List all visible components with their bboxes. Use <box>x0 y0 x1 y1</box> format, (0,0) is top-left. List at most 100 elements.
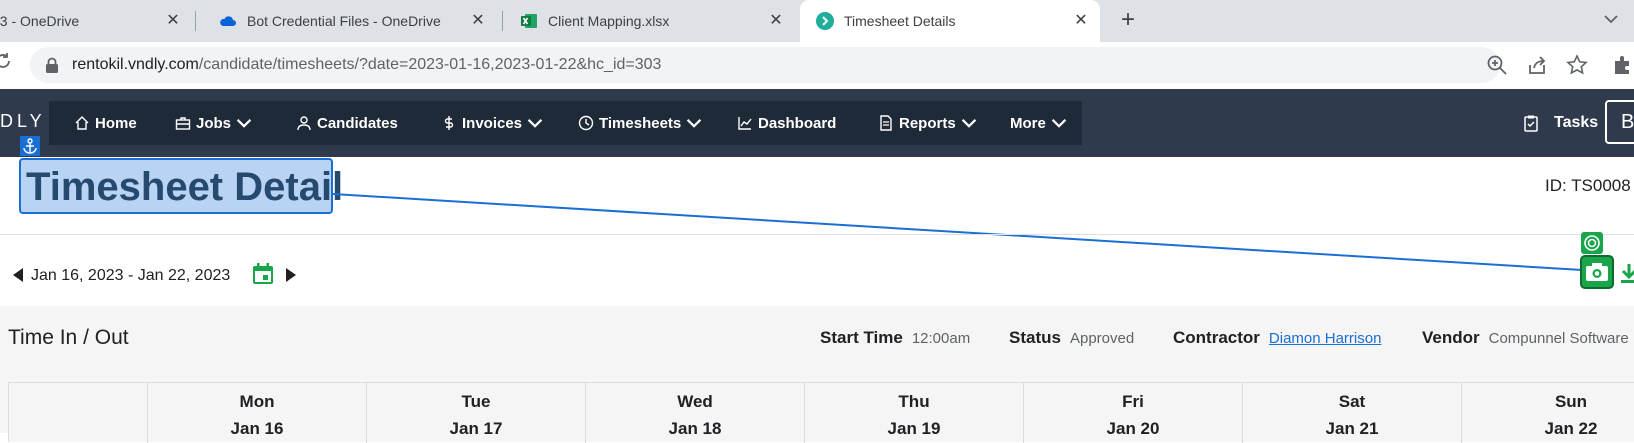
week-grid-header: Mon Jan 16 Tue Jan 17 Wed Jan 18 Thu Jan… <box>8 382 1634 443</box>
start-time-field: Start Time 12:00am <box>820 328 970 348</box>
home-icon <box>75 116 89 130</box>
vendor-value: Compunnel Software <box>1488 330 1629 347</box>
nav-label: Home <box>95 114 137 132</box>
url-path: /candidate/timesheets/?date=2023-01-16,2… <box>198 56 662 73</box>
nav-item-reports[interactable]: Reports <box>878 101 982 145</box>
day-column-header: Tue Jan 17 <box>367 383 586 443</box>
next-week-icon[interactable] <box>283 266 299 284</box>
day-column-header: Thu Jan 19 <box>805 383 1024 443</box>
nav-label: Reports <box>899 114 956 132</box>
close-tab-icon[interactable]: ✕ <box>1072 12 1090 30</box>
day-name: Mon <box>239 392 275 411</box>
browser-tab[interactable]: Bot Credential Files - OneDrive ✕ <box>205 0 497 42</box>
dollar-icon <box>444 116 454 130</box>
date-range: Jan 16, 2023 - Jan 22, 2023 <box>31 267 231 284</box>
day-column-header: Mon Jan 16 <box>148 383 367 443</box>
day-name: Wed <box>677 392 713 411</box>
day-name: Tue <box>461 392 491 411</box>
nav-item-timesheets[interactable]: Timesheets <box>578 101 707 145</box>
close-tab-icon[interactable]: ✕ <box>164 12 182 30</box>
day-name: Thu <box>898 392 930 411</box>
contractor-link[interactable]: Diamon Harrison <box>1269 330 1382 347</box>
day-name: Sat <box>1338 392 1366 411</box>
day-date: Jan 22 <box>1544 419 1598 438</box>
tab-title: Client Mapping.xlsx <box>548 13 670 29</box>
tasks-button[interactable]: Tasks <box>1522 101 1598 145</box>
day-date: Jan 20 <box>1106 419 1160 438</box>
clock-icon <box>578 115 594 131</box>
day-date: Jan 18 <box>668 419 722 438</box>
close-tab-icon[interactable]: ✕ <box>469 12 487 30</box>
browser-tab-strip: 23 - OneDrive ✕ Bot Credential Files - O… <box>0 0 1634 42</box>
new-tab-button[interactable]: + <box>1115 8 1141 34</box>
tab-title: Timesheet Details <box>844 13 956 29</box>
browser-toolbar: rentokil.vndly.com/candidate/timesheets/… <box>0 42 1634 89</box>
chevron-down-icon <box>236 119 252 128</box>
snapshot-button[interactable] <box>1580 255 1614 289</box>
download-icon[interactable] <box>1619 262 1634 284</box>
day-column-header: Fri Jan 20 <box>1024 383 1243 443</box>
chevron-down-icon <box>687 119 702 128</box>
day-date: Jan 16 <box>230 419 284 438</box>
bookmark-star-icon[interactable] <box>1566 54 1588 76</box>
time-in-out-section: Time In / Out Start Time 12:00am Status … <box>0 306 1634 443</box>
address-bar[interactable]: rentokil.vndly.com/candidate/timesheets/… <box>30 47 1500 83</box>
start-time-label: Start Time <box>820 328 903 347</box>
share-icon[interactable] <box>1526 54 1548 76</box>
section-title: Time In / Out <box>8 326 129 349</box>
nav-item-dashboard[interactable]: Dashboard <box>737 101 836 145</box>
tab-separator <box>195 11 196 31</box>
calendar-icon[interactable] <box>251 262 275 286</box>
divider <box>0 234 1634 235</box>
nav-item-candidates[interactable]: Candidates <box>296 101 398 145</box>
status-value: Approved <box>1069 330 1135 347</box>
nav-item-invoices[interactable]: Invoices <box>441 101 548 145</box>
page-title-highlight: Timesheet Detail <box>19 158 343 214</box>
chevron-down-icon <box>961 119 976 128</box>
extensions-icon[interactable] <box>1612 54 1634 76</box>
tasks-label: Tasks <box>1554 114 1599 131</box>
briefcase-icon <box>175 117 191 130</box>
user-menu-button[interactable]: B <box>1605 100 1634 144</box>
day-name: Sun <box>1554 392 1588 411</box>
previous-week-icon[interactable] <box>10 266 26 284</box>
zoom-icon[interactable] <box>1486 54 1508 76</box>
nav-label: Dashboard <box>758 114 837 132</box>
reload-icon[interactable] <box>0 52 12 70</box>
excel-icon <box>521 14 537 28</box>
row-label-cell <box>9 383 148 443</box>
nav-item-more[interactable]: More <box>1010 101 1072 145</box>
person-icon <box>297 116 311 131</box>
nav-label: Timesheets <box>599 114 682 132</box>
nav-label: Candidates <box>317 114 398 132</box>
day-column-header: Sun Jan 22 <box>1462 383 1634 443</box>
nav-item-jobs[interactable]: Jobs <box>175 101 257 145</box>
nav-label: More <box>1010 114 1046 132</box>
url-host: rentokil.vndly.com <box>72 56 199 73</box>
chevron-down-icon <box>1051 119 1067 128</box>
browser-tab-active[interactable]: Timesheet Details ✕ <box>800 0 1100 42</box>
lock-icon[interactable] <box>45 57 59 73</box>
status-field: Status Approved <box>1009 328 1134 348</box>
chevron-down-icon[interactable] <box>1602 10 1620 28</box>
vndly-icon <box>816 12 834 30</box>
day-column-header: Wed Jan 18 <box>586 383 805 443</box>
vendor-label: Vendor <box>1422 328 1480 347</box>
nav-item-home[interactable]: Home <box>74 101 137 145</box>
chevron-down-icon <box>527 119 543 128</box>
main-nav: Home Jobs Candidates Invoices Timesheets… <box>49 101 1082 145</box>
url-text[interactable]: rentokil.vndly.com/candidate/timesheets/… <box>72 56 661 74</box>
clipboard-check-icon <box>1524 115 1538 132</box>
brand-logo[interactable]: DLY <box>0 111 46 132</box>
close-tab-icon[interactable]: ✕ <box>767 12 785 30</box>
day-name: Fri <box>1122 392 1144 411</box>
day-date: Jan 21 <box>1325 419 1379 438</box>
contractor-label: Contractor <box>1173 328 1260 347</box>
chart-icon <box>738 117 752 130</box>
timesheet-id: ID: TS0008 <box>1545 176 1631 195</box>
browser-tab[interactable]: Client Mapping.xlsx ✕ <box>510 0 795 42</box>
browser-tab[interactable]: 23 - OneDrive ✕ <box>0 0 192 42</box>
tab-title: 23 - OneDrive <box>0 13 80 29</box>
tab-separator <box>502 11 503 31</box>
onedrive-icon <box>220 16 236 26</box>
